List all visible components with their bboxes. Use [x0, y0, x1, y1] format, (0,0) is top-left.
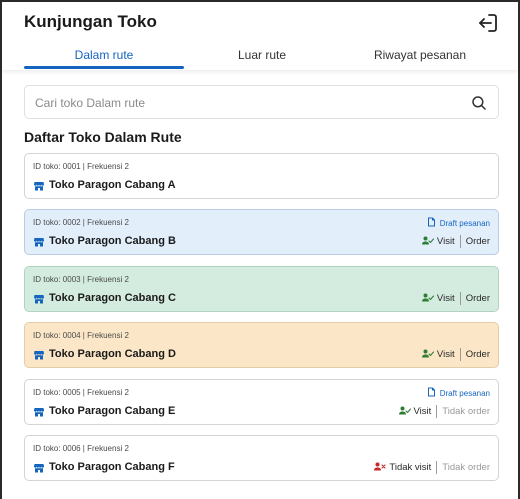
order-button[interactable]: Order	[466, 236, 490, 247]
no-order-button[interactable]: Tidak order	[442, 462, 490, 473]
store-card[interactable]: ID toko: 0001 | Frekuensi 2 Toko Paragon …	[24, 153, 499, 199]
store-actions: Visit Tidak order	[398, 405, 490, 418]
order-button[interactable]: Order	[466, 349, 490, 360]
document-icon	[427, 387, 440, 399]
visit-button[interactable]: Visit	[421, 236, 455, 248]
user-check-icon	[398, 406, 414, 418]
store-name: Toko Paragon Cabang C	[49, 292, 176, 304]
user-check-icon	[421, 349, 437, 361]
store-name: Toko Paragon Cabang D	[49, 348, 176, 360]
user-x-icon	[374, 462, 389, 474]
visit-label: Visit	[436, 293, 455, 304]
app-header: Kunjungan Toko Dalam rute Luar rute Riwa…	[2, 2, 518, 70]
visit-button[interactable]: Visit	[421, 349, 455, 361]
no-order-button[interactable]: Tidak order	[442, 406, 490, 417]
store-meta: ID toko: 0003 | Frekuensi 2	[33, 275, 129, 284]
draft-order-link[interactable]: Draft pesanan	[427, 387, 490, 399]
not-visit-button[interactable]: Tidak visit	[374, 462, 431, 474]
store-meta: ID toko: 0001 | Frekuensi 2	[33, 162, 129, 171]
store-icon	[33, 292, 45, 304]
store-card[interactable]: ID toko: 0003 | Frekuensi 2 Toko Paragon …	[24, 266, 499, 312]
store-name-row: Toko Paragon Cabang B	[33, 234, 176, 248]
visit-button[interactable]: Visit	[398, 406, 432, 418]
tab-riwayat-pesanan[interactable]: Riwayat pesanan	[340, 40, 500, 70]
section-title: Daftar Toko Dalam Rute	[24, 129, 182, 145]
user-check-icon	[421, 293, 437, 305]
order-button[interactable]: Order	[466, 293, 490, 304]
app-frame: Kunjungan Toko Dalam rute Luar rute Riwa…	[0, 0, 520, 499]
action-divider	[436, 405, 438, 418]
search-icon[interactable]	[470, 94, 488, 112]
action-divider	[436, 461, 438, 474]
store-actions: Visit Order	[421, 348, 490, 361]
visit-label: Visit	[436, 236, 455, 247]
visit-label: Visit	[413, 406, 432, 417]
store-icon	[33, 348, 45, 360]
store-icon	[33, 235, 45, 247]
search-box	[24, 85, 499, 119]
store-name-row: Toko Paragon Cabang E	[33, 404, 175, 418]
store-actions: Visit Order	[421, 235, 490, 248]
draft-order-link[interactable]: Draft pesanan	[427, 217, 490, 229]
store-name: Toko Paragon Cabang B	[49, 235, 176, 247]
store-name: Toko Paragon Cabang E	[49, 405, 176, 417]
visit-button[interactable]: Visit	[421, 293, 455, 305]
store-name: Toko Paragon Cabang F	[49, 461, 175, 473]
draft-order-label: Draft pesanan	[439, 388, 490, 398]
tab-luar-rute[interactable]: Luar rute	[184, 40, 340, 70]
store-card[interactable]: ID toko: 0004 | Frekuensi 2 Toko Paragon …	[24, 322, 499, 368]
store-actions: Visit Order	[421, 292, 490, 305]
logout-icon[interactable]	[476, 11, 500, 35]
active-tab-indicator	[24, 66, 184, 69]
store-icon	[33, 461, 45, 473]
search-input[interactable]	[35, 93, 455, 113]
document-icon	[427, 217, 440, 229]
tab-bar: Dalam rute Luar rute Riwayat pesanan	[2, 40, 518, 70]
store-name: Toko Paragon Cabang A	[49, 179, 176, 191]
store-meta: ID toko: 0005 | Frekuensi 2	[33, 388, 129, 397]
draft-order-label: Draft pesanan	[439, 218, 490, 228]
store-actions: Tidak visit Tidak order	[374, 461, 490, 474]
action-divider	[459, 348, 461, 361]
action-divider	[459, 292, 461, 305]
store-name-row: Toko Paragon Cabang F	[33, 460, 175, 474]
user-check-icon	[421, 236, 437, 248]
store-meta: ID toko: 0002 | Frekuensi 2	[33, 218, 129, 227]
store-card[interactable]: ID toko: 0005 | Frekuensi 2 Toko Paragon …	[24, 379, 499, 425]
store-card[interactable]: ID toko: 0002 | Frekuensi 2 Toko Paragon …	[24, 209, 499, 255]
action-divider	[459, 235, 461, 248]
store-icon	[33, 179, 45, 191]
visit-label: Visit	[436, 349, 455, 360]
store-meta: ID toko: 0006 | Frekuensi 2	[33, 444, 129, 453]
store-name-row: Toko Paragon Cabang C	[33, 291, 176, 305]
visit-label: Tidak visit	[389, 462, 432, 473]
store-card[interactable]: ID toko: 0006 | Frekuensi 2 Toko Paragon …	[24, 435, 499, 481]
store-name-row: Toko Paragon Cabang A	[33, 178, 176, 192]
store-name-row: Toko Paragon Cabang D	[33, 347, 176, 361]
store-meta: ID toko: 0004 | Frekuensi 2	[33, 331, 129, 340]
store-icon	[33, 405, 45, 417]
page-title: Kunjungan Toko	[24, 12, 157, 31]
